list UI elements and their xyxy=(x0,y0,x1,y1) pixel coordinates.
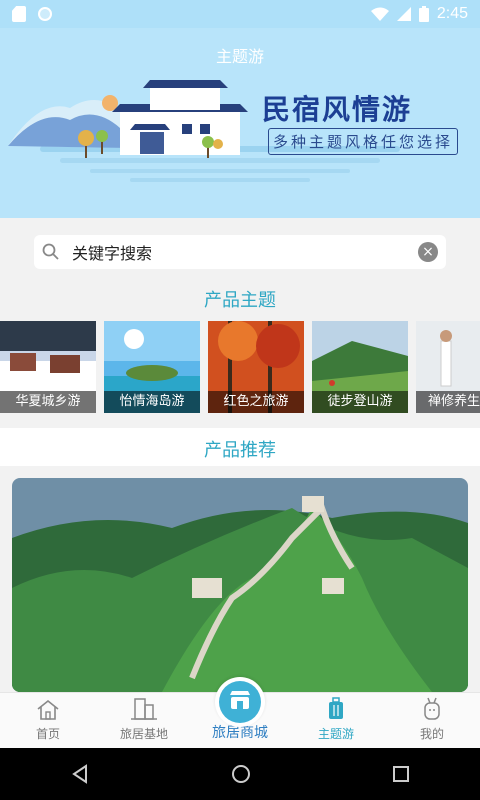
tab-base[interactable]: 旅居基地 xyxy=(96,693,192,748)
signal-icon xyxy=(396,7,411,21)
shop-icon xyxy=(230,691,250,709)
status-bar: 2:45 xyxy=(0,0,480,28)
search-icon xyxy=(42,243,59,260)
theme-card-hiking[interactable]: 徒步登山游 xyxy=(312,321,408,413)
theme-card-red[interactable]: 红色之旅游 xyxy=(208,321,304,413)
battery-icon xyxy=(418,6,429,22)
sync-icon xyxy=(38,7,52,21)
home-icon xyxy=(37,699,59,720)
mall-button[interactable] xyxy=(215,677,265,727)
tab-mine[interactable]: 我的 xyxy=(384,693,480,748)
great-wall-image xyxy=(12,478,468,692)
profile-icon xyxy=(424,697,440,720)
theme-card-village[interactable]: 华夏城乡游 xyxy=(0,321,96,413)
tab-base-label: 旅居基地 xyxy=(119,727,168,741)
search-placeholder: 关键字搜索 xyxy=(72,244,153,263)
home-circle-icon[interactable] xyxy=(231,764,251,784)
header-banner: 主题游 民宿风情游 多种主题风格任您选择 xyxy=(0,28,480,218)
theme-card-island[interactable]: 怡情海岛游 xyxy=(104,321,200,413)
recommend-card-great-wall[interactable] xyxy=(12,478,468,692)
recents-icon[interactable] xyxy=(392,765,410,783)
banner-title: 民宿风情游 xyxy=(262,93,413,126)
wifi-icon xyxy=(370,7,389,21)
theme-label: 红色之旅游 xyxy=(208,391,304,413)
sd-card-icon xyxy=(12,6,26,22)
banner-subtitle: 多种主题风格任您选择 xyxy=(268,128,459,155)
theme-card-zen[interactable]: 禅修养生 xyxy=(416,321,480,413)
tab-theme[interactable]: 主题游 xyxy=(288,693,384,748)
system-nav-bar xyxy=(0,748,480,800)
clear-icon[interactable]: × xyxy=(418,242,438,262)
tab-mine-label: 我的 xyxy=(419,727,444,741)
theme-label: 徒步登山游 xyxy=(312,391,408,413)
theme-label: 怡情海岛游 xyxy=(104,391,200,413)
theme-label: 禅修养生 xyxy=(416,391,480,413)
tab-mall[interactable]: 旅居商城 xyxy=(192,677,288,748)
luggage-icon xyxy=(329,697,343,719)
theme-label: 华夏城乡游 xyxy=(0,391,96,413)
bottom-tab-bar: 首页 旅居基地 旅居商城 主题游 我的 xyxy=(0,677,480,748)
clock-time: 2:45 xyxy=(436,5,468,22)
search-input[interactable]: 关键字搜索 × xyxy=(34,235,446,269)
tab-home-label: 首页 xyxy=(35,727,60,741)
back-icon[interactable] xyxy=(70,764,90,784)
themes-section-title: 产品主题 xyxy=(204,290,276,311)
tab-theme-label: 主题游 xyxy=(317,727,354,741)
tab-home[interactable]: 首页 xyxy=(0,693,96,748)
search-area: 关键字搜索 × xyxy=(0,218,480,284)
recommend-section-title: 产品推荐 xyxy=(204,440,276,461)
building-icon xyxy=(131,698,157,720)
theme-carousel[interactable]: 华夏城乡游 怡情海岛游 红色之旅游 徒步登山游 禅修养生 xyxy=(0,321,480,413)
